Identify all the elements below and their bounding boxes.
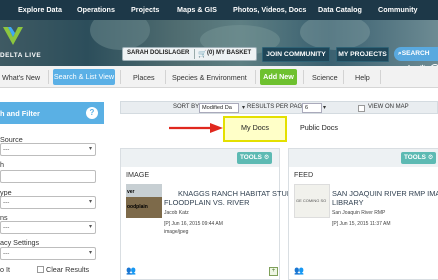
source-select-value: --- (3, 146, 10, 153)
people-icon: 👥 (126, 266, 136, 275)
caret-down-icon[interactable]: ▾ (323, 104, 326, 111)
nav-data-catalog[interactable]: Data Catalog (318, 5, 362, 14)
basket-icon[interactable]: 🛒 (198, 50, 207, 58)
tab-help[interactable]: Help (355, 73, 370, 82)
caret-down-icon: ▾ (88, 199, 92, 205)
nav-photos-videos-docs[interactable]: Photos, Videos, Docs (233, 5, 306, 14)
divider (303, 70, 304, 84)
result-card[interactable]: TOOLS ⚙ FEED GE COMING SO SAN JOAQUIN RI… (288, 148, 438, 280)
thumb-caption: GE COMING SO (296, 198, 327, 203)
nav-explore-data[interactable]: Explore Data (18, 5, 62, 14)
my-projects-button[interactable]: MY PROJECTS (336, 47, 389, 62)
card-thumbnail[interactable]: GE COMING SO (294, 184, 330, 218)
results-per-page-select[interactable]: 6 (302, 103, 322, 113)
tab-species-environment[interactable]: Species & Environment (172, 73, 247, 82)
thumb-caption: oodplain (127, 204, 148, 210)
tab-search-list-view[interactable]: Search & List View (53, 69, 115, 85)
user-account-box: SARAH DOLISLAGER 🛒 (0) MY BASKET (122, 47, 257, 61)
add-to-basket-icon[interactable]: + (269, 267, 278, 276)
clear-results-label: Clear Results (46, 265, 90, 274)
keyword-input[interactable] (0, 170, 96, 183)
divider (343, 70, 344, 84)
results-toolbar: SORT BY Modified Da ▾ RESULTS PER PAGE 6… (120, 101, 438, 114)
search-button[interactable]: ⌕SEARCH (394, 47, 438, 61)
sort-arrow-icon[interactable]: ▾ (242, 104, 245, 111)
go-it-label[interactable]: o It (0, 265, 10, 274)
ns-select-value: --- (3, 224, 10, 231)
source-select[interactable]: --- ▾ (0, 143, 96, 156)
card-date: [P] Jun 15, 2015 11:37 AM (332, 221, 391, 227)
delta-live-logo-icon[interactable] (1, 24, 25, 48)
header-banner: DELTA LIVE SARAH DOLISLAGER 🛒 (0) MY BAS… (0, 20, 438, 66)
card-author: Jacob Katz (164, 210, 189, 216)
privacy-select[interactable]: --- ▾ (0, 247, 96, 260)
h-label: h (0, 160, 4, 169)
nav-maps-gis[interactable]: Maps & GIS (177, 5, 217, 14)
card-format: image/jpeg (164, 229, 189, 235)
divider (120, 70, 121, 84)
tab-whats-new[interactable]: What's New (2, 73, 40, 82)
tab-science[interactable]: Science (312, 73, 338, 82)
privacy-settings-label: acy Settings (0, 238, 40, 247)
logo-text: DELTA LIVE (0, 52, 42, 59)
nav-projects[interactable]: Projects (131, 5, 159, 14)
results-per-page-label: RESULTS PER PAGE (247, 104, 307, 110)
type-select-value: --- (3, 199, 10, 206)
divider (194, 49, 195, 59)
view-on-map-checkbox[interactable] (358, 105, 365, 112)
divider (255, 70, 256, 84)
user-name[interactable]: SARAH DOLISLAGER (127, 50, 189, 56)
filter-panel-title: h and Filter (0, 109, 40, 118)
clear-results-checkbox[interactable] (37, 266, 44, 273)
tools-button[interactable]: TOOLS ⚙ (401, 152, 437, 164)
nav-operations[interactable]: Operations (77, 5, 115, 14)
top-nav-bar: Explore Data Operations Projects Maps & … (0, 0, 438, 20)
help-icon[interactable]: ? (86, 107, 98, 119)
divider (380, 70, 381, 84)
tools-label: TOOLS (240, 154, 262, 161)
type-select[interactable]: --- ▾ (0, 196, 96, 209)
add-new-button[interactable]: Add New (260, 69, 297, 85)
card-title[interactable]: SAN JOAQUIN RIVER RMP IMAGE (332, 189, 438, 198)
card-title[interactable]: KNAGGS RANCH HABITAT STUDY (178, 189, 297, 198)
view-on-map-label: VIEW ON MAP (368, 104, 409, 110)
people-icon: 👥 (294, 266, 304, 275)
search-label: SEARCH (401, 50, 430, 57)
result-card[interactable]: TOOLS ⚙ IMAGE ver oodplain KNAGGS RANCH … (120, 148, 297, 280)
tab-public-docs[interactable]: Public Docs (295, 119, 343, 137)
card-type-label: FEED (294, 170, 314, 179)
card-author: San Joaquin River RMP (332, 210, 386, 216)
secondary-nav: What's New Search & List View Places Spe… (0, 66, 438, 88)
red-arrow-annotation (169, 123, 223, 133)
nav-community[interactable]: Community (378, 5, 418, 14)
card-title[interactable]: LIBRARY (332, 198, 364, 207)
tools-label: TOOLS (404, 154, 426, 161)
tab-places[interactable]: Places (133, 73, 155, 82)
ns-select[interactable]: --- ▾ (0, 221, 96, 234)
privacy-select-value: --- (3, 250, 10, 257)
gear-icon: ⚙ (427, 154, 434, 161)
card-thumbnail[interactable]: ver oodplain (126, 184, 162, 218)
filter-panel-header: h and Filter ? (0, 102, 104, 124)
join-community-button[interactable]: JOIN COMMUNITY (262, 47, 330, 62)
divider (165, 70, 166, 84)
sort-by-label: SORT BY (173, 104, 200, 110)
caret-down-icon: ▾ (88, 224, 92, 230)
thumb-caption: ver (127, 189, 135, 195)
caret-down-icon: ▾ (88, 250, 92, 256)
tools-button[interactable]: TOOLS ⚙ (237, 152, 273, 164)
my-basket-link[interactable]: (0) MY BASKET (207, 50, 251, 56)
sort-by-select[interactable]: Modified Da (199, 103, 239, 113)
caret-down-icon: ▾ (88, 146, 92, 152)
divider (48, 70, 49, 84)
card-type-label: IMAGE (126, 170, 150, 179)
tab-my-docs[interactable]: My Docs (223, 116, 287, 142)
card-title[interactable]: FLOODPLAIN VS. RIVER (164, 198, 249, 207)
card-date: [P] Jun 16, 2015 09:44 AM (164, 221, 223, 227)
gear-icon: ⚙ (263, 154, 270, 161)
